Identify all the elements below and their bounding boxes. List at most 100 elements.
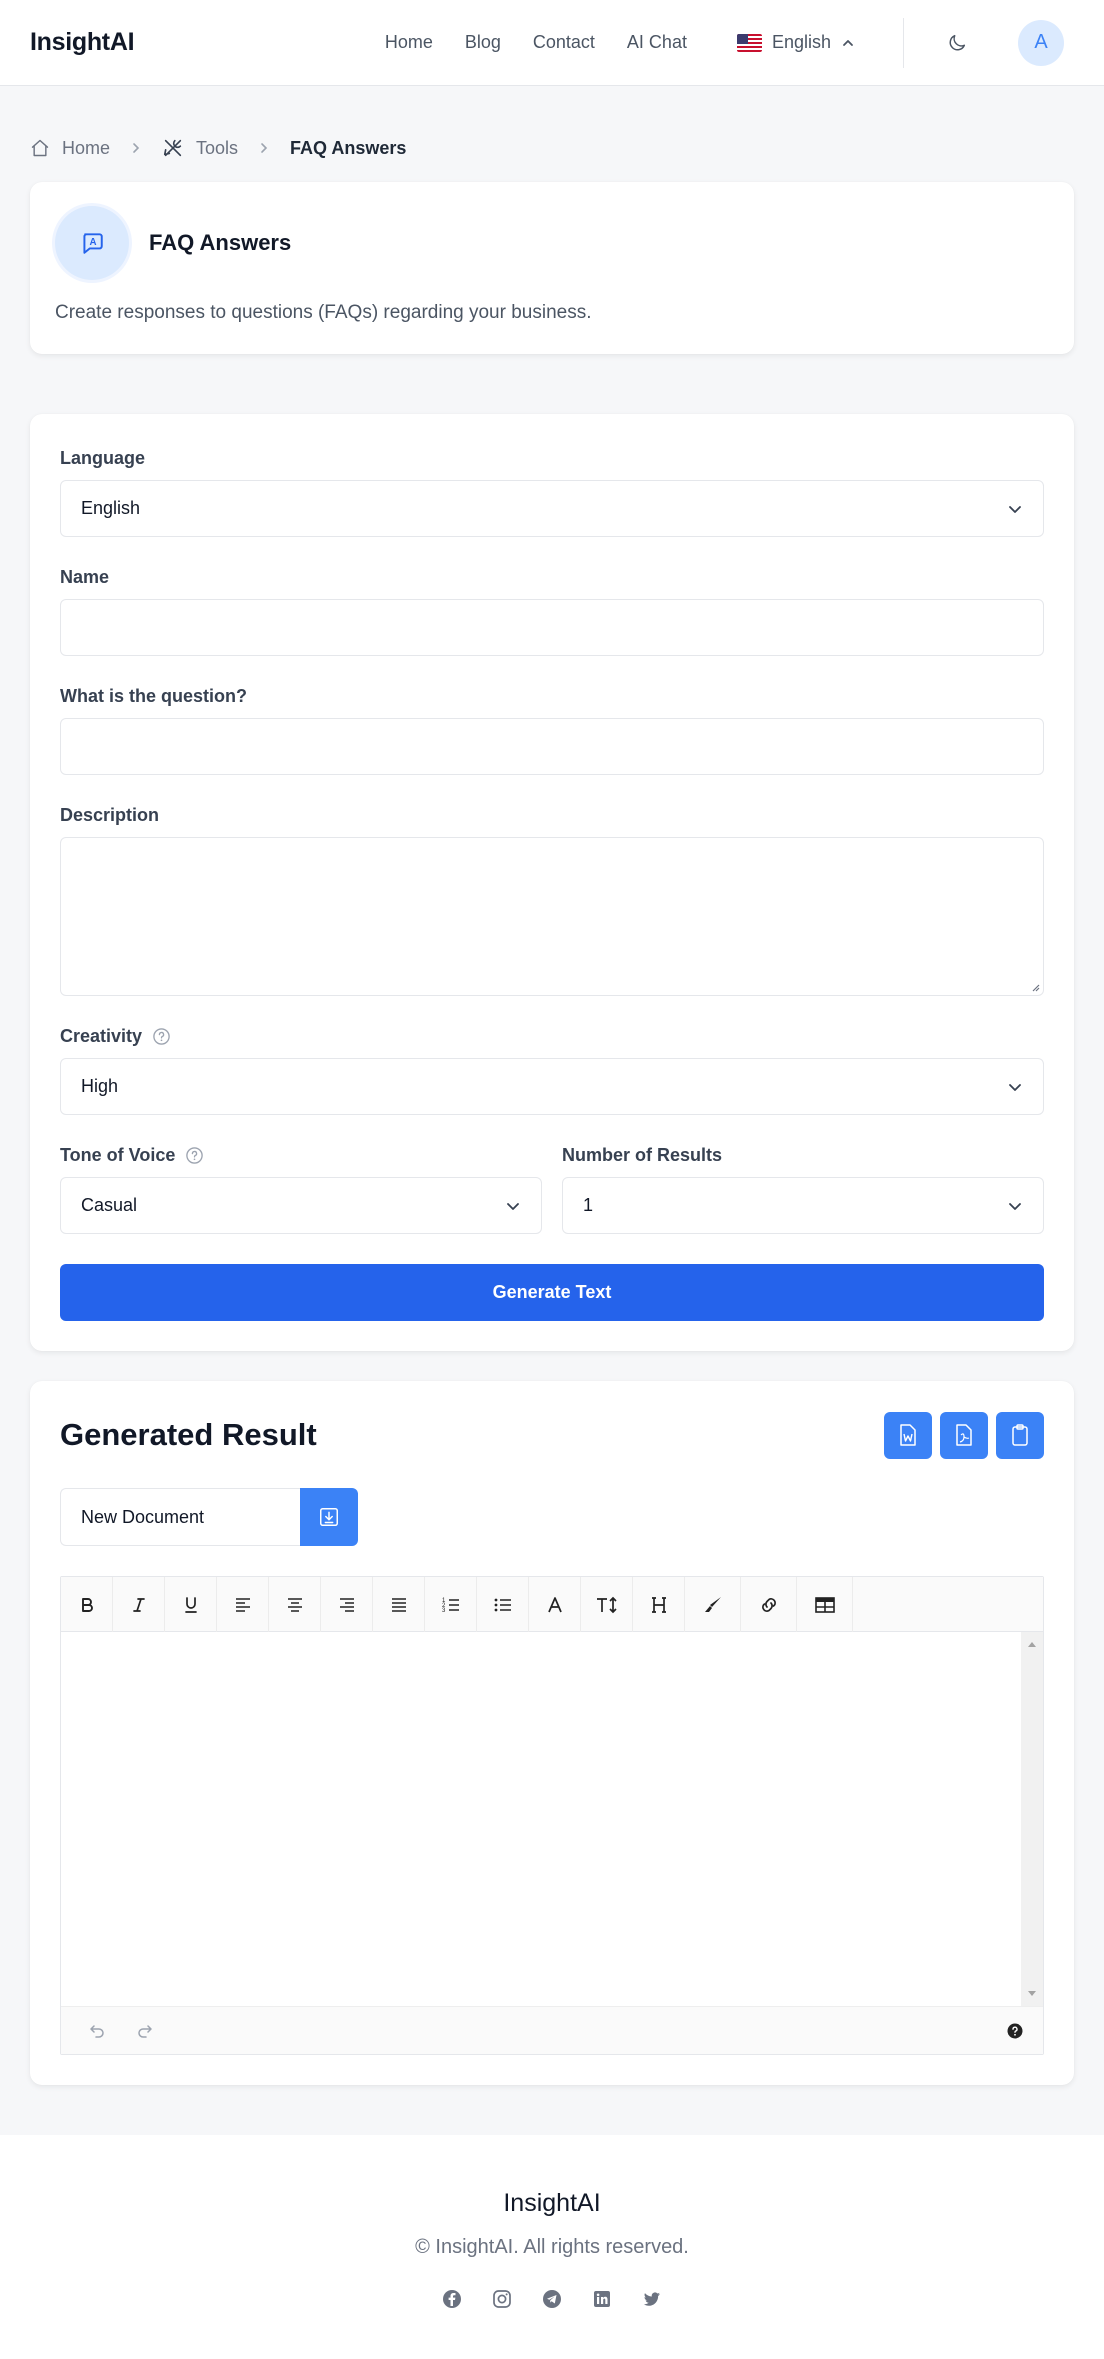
language-select-value: English xyxy=(81,498,141,518)
ordered-list-icon[interactable]: 123 xyxy=(425,1577,477,1632)
linkedin-icon[interactable] xyxy=(592,2289,612,2309)
font-size-icon[interactable] xyxy=(581,1577,633,1632)
editor-content-area[interactable] xyxy=(61,1632,1043,2006)
result-card: Generated Result New Document 1 2 3 xyxy=(30,1381,1074,2085)
clipboard-icon xyxy=(1010,1423,1030,1447)
link-icon[interactable] xyxy=(741,1577,797,1632)
document-name-input[interactable]: New Document xyxy=(60,1488,300,1546)
page-title: FAQ Answers xyxy=(149,230,292,255)
editor-help-icon[interactable] xyxy=(1007,2023,1023,2039)
export-pdf-button[interactable] xyxy=(940,1411,988,1459)
telegram-icon[interactable] xyxy=(542,2289,562,2309)
creativity-field-label: Creativity xyxy=(60,1022,1044,1050)
editor-scrollbar[interactable] xyxy=(1021,1632,1043,2006)
top-header: InsightAI Home Blog Contact AI Chat Engl… xyxy=(0,0,1104,86)
resize-grip-icon[interactable] xyxy=(1030,982,1040,992)
export-word-button[interactable] xyxy=(884,1411,932,1459)
heading-icon[interactable] xyxy=(633,1577,685,1632)
faq-chat-icon: A xyxy=(55,206,129,280)
italic-icon[interactable] xyxy=(113,1577,165,1632)
tone-field-label: Tone of Voice xyxy=(60,1141,542,1169)
breadcrumb-tools-label: Tools xyxy=(196,137,239,158)
language-select[interactable]: English xyxy=(60,480,1044,537)
breadcrumb-tools[interactable]: Tools xyxy=(162,137,238,159)
question-input[interactable] xyxy=(81,736,1023,757)
tone-select-value: Casual xyxy=(81,1195,138,1215)
moon-icon[interactable] xyxy=(946,32,968,54)
social-links xyxy=(0,2289,1104,2309)
scroll-up-icon[interactable] xyxy=(1027,1640,1037,1648)
help-circle-icon[interactable] xyxy=(152,1027,171,1046)
name-input[interactable] xyxy=(81,617,1023,638)
logo[interactable]: InsightAI xyxy=(30,28,135,57)
tone-select[interactable]: Casual xyxy=(60,1177,542,1234)
question-field[interactable] xyxy=(60,718,1044,775)
chevron-down-icon xyxy=(1007,1079,1023,1095)
tool-description: Create responses to questions (FAQs) reg… xyxy=(55,302,592,323)
align-center-icon[interactable] xyxy=(269,1577,321,1632)
table-icon[interactable] xyxy=(797,1577,853,1632)
results-select[interactable]: 1 xyxy=(562,1177,1044,1234)
language-switcher[interactable]: English xyxy=(736,32,855,53)
breadcrumb-home[interactable]: Home xyxy=(30,138,110,159)
footer-brand[interactable]: InsightAI xyxy=(0,2189,1104,2218)
description-textarea[interactable] xyxy=(60,837,1044,996)
question-field-label: What is the question? xyxy=(60,685,247,706)
nav-blog-link[interactable]: Blog xyxy=(465,32,501,53)
breadcrumb-current: FAQ Answers xyxy=(290,137,407,158)
chevron-right-icon xyxy=(130,142,142,154)
results-field-label: Number of Results xyxy=(562,1144,723,1165)
editor-toolbar: 123 xyxy=(61,1577,1043,1632)
breadcrumb: Home Tools FAQ Answers xyxy=(30,122,1074,174)
nav-home-link[interactable]: Home xyxy=(385,32,433,53)
save-document-button[interactable] xyxy=(300,1488,358,1546)
footer-copyright: © InsightAI. All rights reserved. xyxy=(415,2236,689,2258)
save-download-icon xyxy=(318,1506,340,1528)
help-circle-icon[interactable] xyxy=(185,1146,204,1165)
align-left-icon[interactable] xyxy=(217,1577,269,1632)
scroll-down-icon[interactable] xyxy=(1027,1990,1037,1998)
name-field-label: Name xyxy=(60,566,110,587)
site-footer: InsightAI © InsightAI. All rights reserv… xyxy=(0,2135,1104,2359)
chevron-down-icon xyxy=(1007,501,1023,517)
copy-clipboard-button[interactable] xyxy=(996,1411,1044,1459)
svg-text:3: 3 xyxy=(442,1608,446,1614)
results-select-value: 1 xyxy=(583,1195,594,1215)
tools-icon xyxy=(162,137,184,159)
description-field-label: Description xyxy=(60,804,160,825)
result-title: Generated Result xyxy=(60,1417,317,1452)
chevron-down-icon xyxy=(505,1198,521,1214)
creativity-label-text: Creativity xyxy=(60,1025,143,1046)
facebook-icon[interactable] xyxy=(442,2289,462,2309)
underline-icon[interactable] xyxy=(165,1577,217,1632)
svg-text:A: A xyxy=(90,237,97,248)
unordered-list-icon[interactable] xyxy=(477,1577,529,1632)
tone-label-text: Tone of Voice xyxy=(60,1144,176,1165)
chevron-right-icon xyxy=(258,142,270,154)
bold-icon[interactable] xyxy=(61,1577,113,1632)
chevron-down-icon xyxy=(1007,1198,1023,1214)
header-divider xyxy=(903,17,904,68)
undo-icon[interactable] xyxy=(73,2007,121,2055)
generator-form: Language English Name What is the questi… xyxy=(30,414,1074,1351)
align-justify-icon[interactable] xyxy=(373,1577,425,1632)
language-field-label: Language xyxy=(60,447,146,468)
instagram-icon[interactable] xyxy=(492,2289,512,2309)
nav-ai-chat-link[interactable]: AI Chat xyxy=(627,32,687,53)
us-flag-icon xyxy=(736,33,762,52)
avatar[interactable]: A xyxy=(1018,19,1064,66)
word-file-icon xyxy=(898,1423,918,1447)
pdf-file-icon xyxy=(954,1423,974,1447)
font-color-icon[interactable] xyxy=(529,1577,581,1632)
chevron-up-icon xyxy=(841,36,855,50)
highlight-icon[interactable] xyxy=(685,1577,741,1632)
generate-text-button[interactable]: Generate Text xyxy=(60,1264,1044,1321)
nav-contact-link[interactable]: Contact xyxy=(533,32,595,53)
align-right-icon[interactable] xyxy=(321,1577,373,1632)
name-field[interactable] xyxy=(60,599,1044,656)
language-label: English xyxy=(771,32,831,52)
editor-status-bar xyxy=(61,2006,1043,2054)
redo-icon[interactable] xyxy=(121,2007,169,2055)
twitter-icon[interactable] xyxy=(642,2289,662,2309)
creativity-select[interactable]: High xyxy=(60,1058,1044,1115)
